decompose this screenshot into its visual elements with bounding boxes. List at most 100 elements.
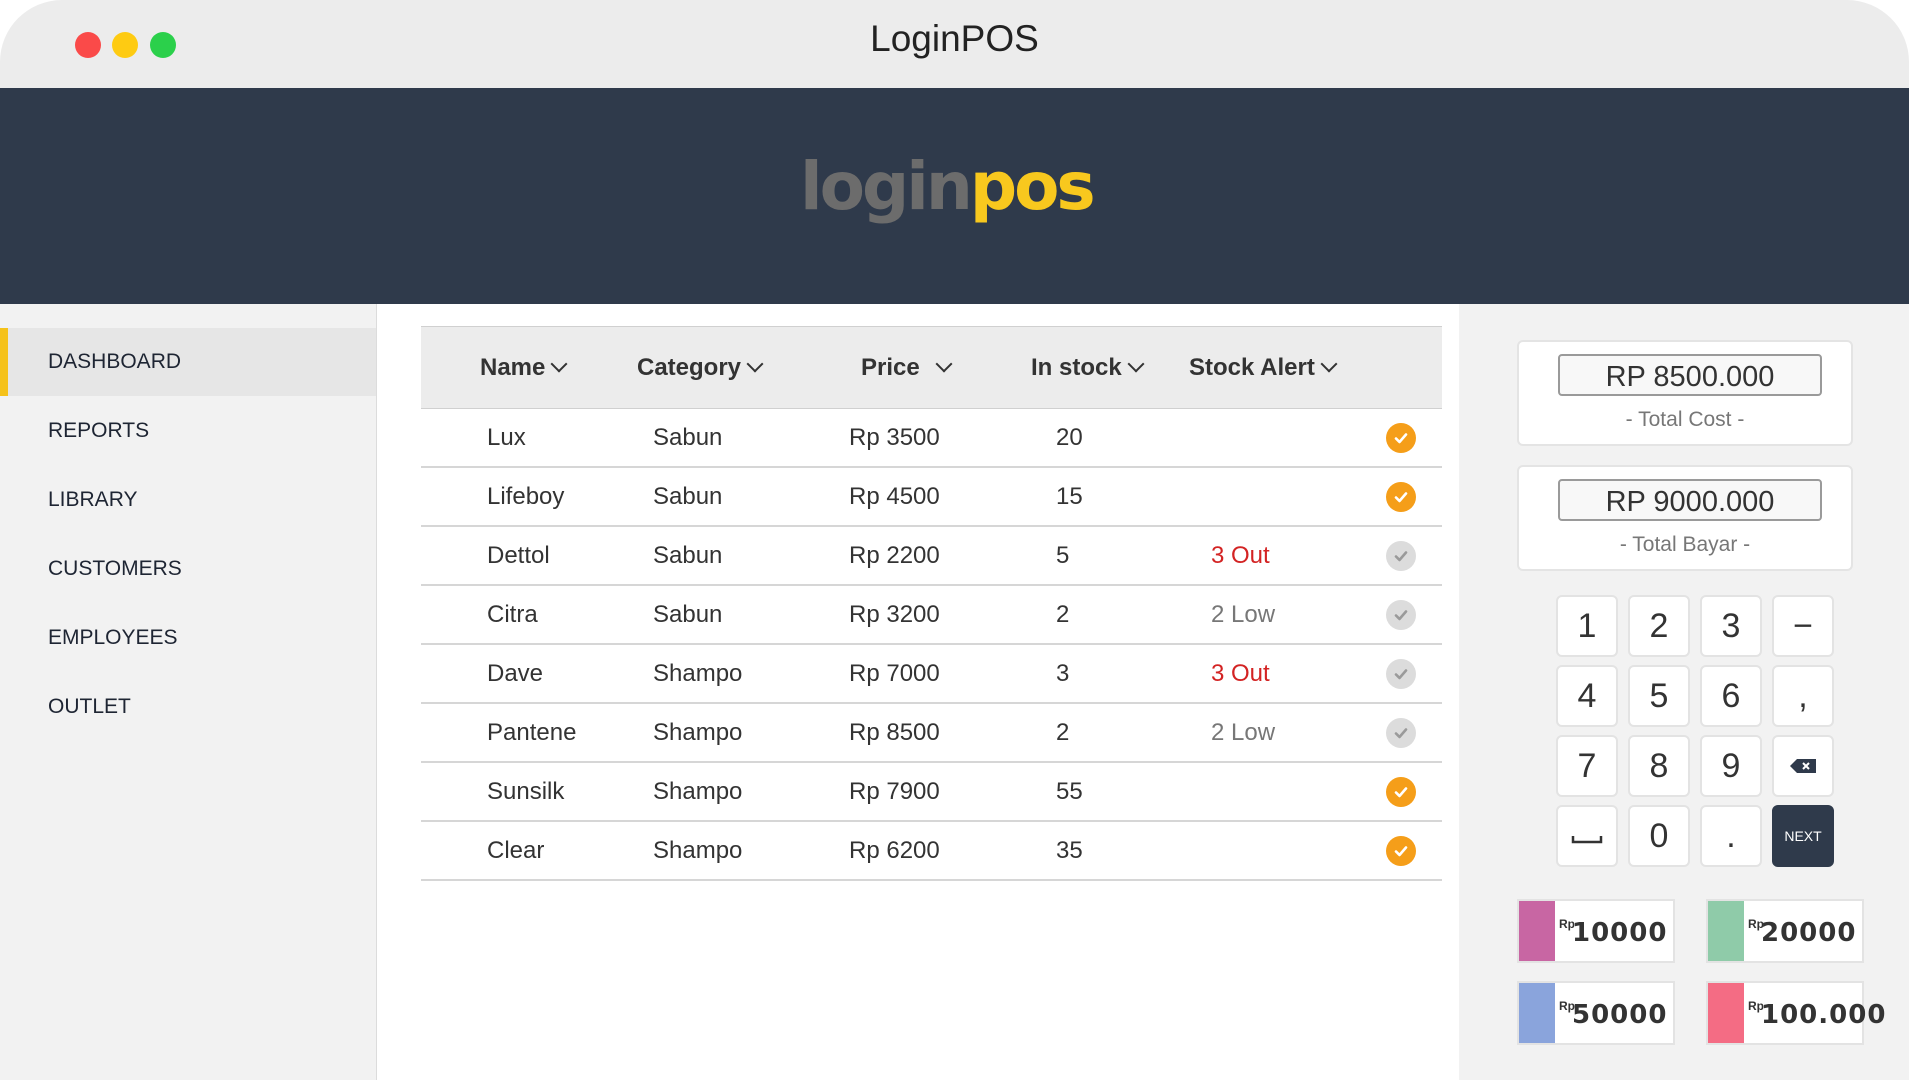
product-category: Sabun [653,601,723,628]
check-circle-icon[interactable] [1386,600,1416,630]
table-row[interactable]: Dettol Sabun Rp 2200 5 3 Out [421,527,1442,586]
product-price: Rp 7000 [849,660,940,687]
key-1[interactable]: 1 [1556,595,1618,657]
check-circle-icon[interactable] [1386,777,1416,807]
key-2[interactable]: 2 [1628,595,1690,657]
key-3[interactable]: 3 [1700,595,1762,657]
window-title: LoginPOS [870,18,1039,59]
product-stock: 2 [1056,719,1070,746]
note-color-swatch [1519,983,1555,1043]
key-8[interactable]: 8 [1628,735,1690,797]
app-window: LoginPOS loginpos DASHBOARD REPORTS LIBR… [0,0,1909,1080]
product-name: Dettol [487,542,550,569]
key-4[interactable]: 4 [1556,665,1618,727]
product-name: Lifeboy [487,483,565,510]
key-5[interactable]: 5 [1628,665,1690,727]
note-amount: 20000 [1761,918,1857,948]
product-stock: 15 [1056,483,1083,510]
sidebar-item-reports[interactable]: REPORTS [0,397,376,465]
product-price: Rp 4500 [849,483,940,510]
sidebar-item-outlet[interactable]: OUTLET [0,673,376,741]
backspace-icon [1790,759,1816,773]
table-row[interactable]: Lux Sabun Rp 3500 20 [421,409,1442,468]
note-amount: 10000 [1572,918,1668,948]
product-category: Sabun [653,424,723,451]
key-backspace[interactable] [1772,735,1834,797]
chevron-down-icon [935,355,953,373]
product-stock: 3 [1056,660,1070,687]
check-circle-icon[interactable] [1386,482,1416,512]
product-stock: 55 [1056,778,1083,805]
chevron-down-icon [1127,355,1145,373]
check-circle-icon[interactable] [1386,541,1416,571]
key-6[interactable]: 6 [1700,665,1762,727]
quick-cash-note-button[interactable]: Rp 100.000 [1706,981,1885,1045]
table-row[interactable]: Sunsilk Shampo Rp 7900 55 [421,763,1442,822]
quick-cash-note-button[interactable]: Rp 10000 [1517,899,1675,963]
check-circle-icon[interactable] [1386,836,1416,866]
product-price: Rp 3500 [849,424,940,451]
check-circle-icon[interactable] [1386,718,1416,748]
column-header-price[interactable]: Price [861,327,953,408]
check-circle-icon[interactable] [1386,659,1416,689]
product-category: Shampo [653,719,743,746]
product-table: Name Category Price In stock Stock Alert… [421,326,1442,881]
check-circle-icon[interactable] [1386,423,1416,453]
sidebar-item-customers[interactable]: CUSTOMERS [0,535,376,603]
stock-alert: 2 Low [1211,601,1276,628]
product-stock: 2 [1056,601,1070,628]
table-row[interactable]: Citra Sabun Rp 3200 2 2 Low [421,586,1442,645]
product-category: Shampo [653,660,743,687]
table-row[interactable]: Clear Shampo Rp 6200 35 [421,822,1442,881]
loginpos-logo: loginpos [800,148,1096,225]
column-header-stock-alert[interactable]: Stock Alert [1189,327,1338,408]
key-comma[interactable]: , [1772,665,1834,727]
total-bayar-box: RP 9000.000 - Total Bayar - [1517,465,1853,571]
space-icon [1571,836,1603,844]
product-price: Rp 8500 [849,719,940,746]
sidebar-item-library[interactable]: LIBRARY [0,466,376,534]
note-color-swatch [1519,901,1555,961]
table-row[interactable]: Lifeboy Sabun Rp 4500 15 [421,468,1442,527]
stock-alert: 3 Out [1211,542,1270,569]
total-cost-value: RP 8500.000 [1558,354,1822,396]
column-header-in-stock[interactable]: In stock [1031,327,1145,408]
product-stock: 35 [1056,837,1083,864]
title-bar: LoginPOS [0,0,1909,88]
product-price: Rp 6200 [849,837,940,864]
product-category: Sabun [653,483,723,510]
stock-alert: 2 Low [1211,719,1276,746]
stock-alert: 3 Out [1211,660,1270,687]
key-space[interactable] [1556,805,1618,867]
key-decimal[interactable]: . [1700,805,1762,867]
total-bayar-label: - Total Bayar - [1619,533,1751,556]
quick-cash-note-button[interactable]: Rp 20000 [1706,899,1864,963]
note-amount: 100.000 [1761,1000,1887,1030]
note-color-swatch [1708,901,1744,961]
quick-cash-note-button[interactable]: Rp 50000 [1517,981,1675,1045]
key-9[interactable]: 9 [1700,735,1762,797]
sidebar-item-dashboard[interactable]: DASHBOARD [0,328,376,396]
column-header-category[interactable]: Category [637,327,764,408]
payment-panel: RP 8500.000 - Total Cost - RP 9000.000 -… [1459,304,1909,1080]
key-next[interactable]: NEXT [1772,805,1834,867]
product-category: Shampo [653,778,743,805]
table-row[interactable]: Pantene Shampo Rp 8500 2 2 Low [421,704,1442,763]
chevron-down-icon [746,355,764,373]
table-row[interactable]: Dave Shampo Rp 7000 3 3 Out [421,645,1442,704]
key-0[interactable]: 0 [1628,805,1690,867]
product-name: Sunsilk [487,778,565,805]
chevron-down-icon [1320,355,1338,373]
key-minus[interactable]: − [1772,595,1834,657]
key-7[interactable]: 7 [1556,735,1618,797]
column-header-name[interactable]: Name [480,327,568,408]
product-name: Pantene [487,719,577,746]
sidebar: DASHBOARD REPORTS LIBRARY CUSTOMERS EMPL… [0,304,377,1080]
total-bayar-value[interactable]: RP 9000.000 [1558,479,1822,521]
product-price: Rp 2200 [849,542,940,569]
sidebar-item-employees[interactable]: EMPLOYEES [0,604,376,672]
total-cost-label: - Total Cost - [1625,408,1745,431]
note-color-swatch [1708,983,1744,1043]
product-name: Lux [487,424,526,451]
table-header: Name Category Price In stock Stock Alert [421,326,1442,409]
